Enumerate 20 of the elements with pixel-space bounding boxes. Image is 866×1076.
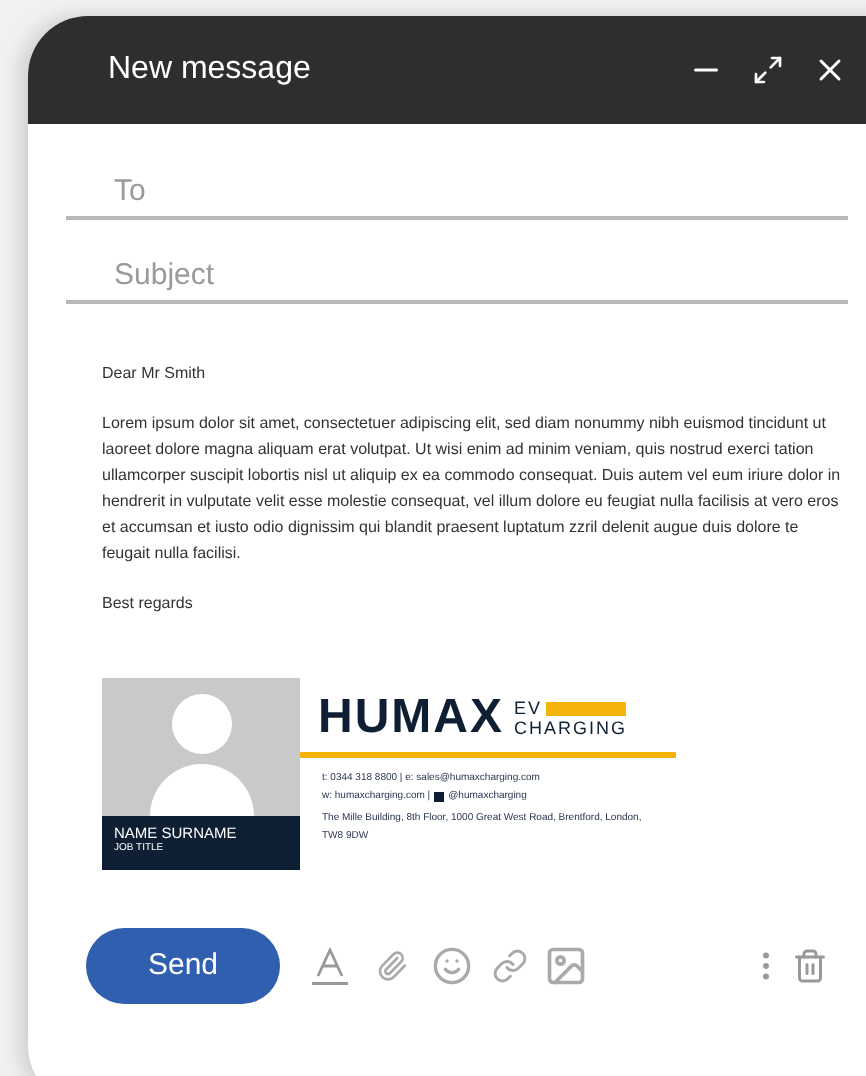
- closing-text: Best regards: [102, 592, 195, 616]
- expand-icon[interactable]: [752, 54, 784, 86]
- link-icon[interactable]: [492, 948, 528, 984]
- input-field[interactable]: Subject: [66, 248, 848, 304]
- attach-icon[interactable]: [376, 948, 408, 984]
- logo-charging-text: CHARGING: [514, 718, 628, 738]
- logo-accent-bar: [546, 701, 627, 715]
- logo-ev-text: EV: [514, 698, 543, 718]
- send-button[interactable]: Send: [86, 928, 280, 1004]
- delete-icon[interactable]: [792, 944, 828, 988]
- avatar-icon: [149, 692, 253, 816]
- text-format-icon[interactable]: [312, 946, 348, 986]
- social-icon: [434, 792, 445, 802]
- logo-text: HUMAX: [318, 694, 504, 742]
- window-title: New message: [108, 50, 313, 90]
- greeting-text: Dear Mr Smith: [102, 362, 208, 386]
- input-field[interactable]: To: [66, 164, 848, 220]
- image-icon[interactable]: [544, 944, 588, 988]
- message-text: Lorem ipsum dolor sit amet, consectetuer adipiscing elit, sed diam nonummy nibh euismod tincidunt ut laoreet dolore magna aliquam erat volutpat. Ut wisi enim ad minim veniam, quis nostrud exerci tation ullamcorper suscipit lobortis nisl ut aliquip ex ea commodo consequat. Duis autem vel eum iriure dolor in hendrerit in vulputate velit esse molestie consequat, vel illum dolore eu feugiat nulla facilisis at vero eros et accumsan et iusto odio dignissim qui blandit praesent luptatum zzril delenit augue duis dolore te feugait nulla facilisi.: [102, 412, 843, 566]
- emoji-icon[interactable]: [432, 946, 472, 986]
